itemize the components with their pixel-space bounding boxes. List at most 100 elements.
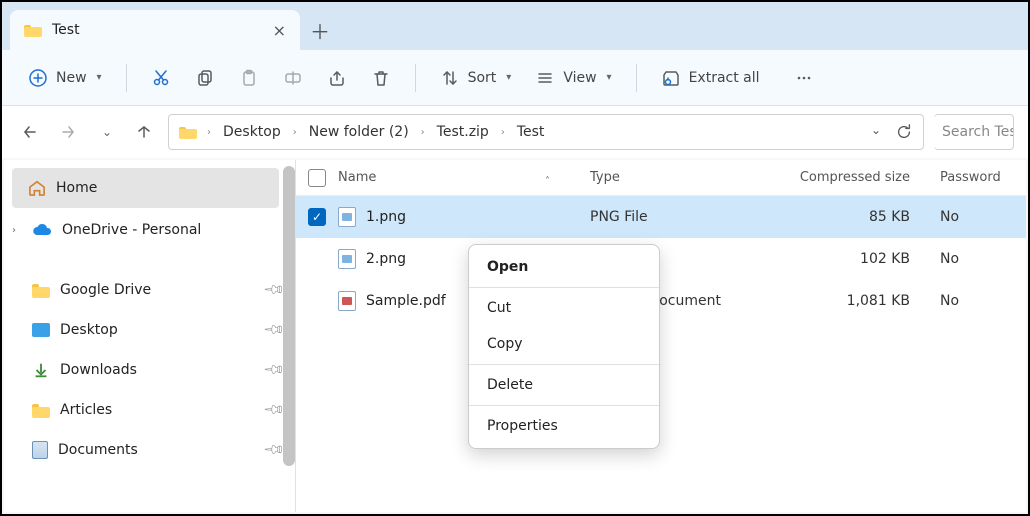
sort-button[interactable]: Sort ▾ bbox=[432, 62, 520, 94]
sidebar-item-onedrive[interactable]: › OneDrive - Personal bbox=[4, 210, 295, 250]
pin-icon: 📌︎ bbox=[262, 398, 286, 422]
cloud-icon bbox=[32, 223, 52, 237]
share-button[interactable] bbox=[319, 62, 355, 94]
row-checkbox[interactable]: ✓ bbox=[308, 208, 326, 226]
sidebar-item-documents[interactable]: Documents 📌︎ bbox=[4, 430, 295, 470]
crumb-zip[interactable]: Test.zip bbox=[435, 122, 491, 142]
view-button[interactable]: View ▾ bbox=[527, 62, 619, 94]
plus-circle-icon bbox=[28, 68, 48, 88]
separator bbox=[469, 287, 659, 288]
new-button[interactable]: New ▾ bbox=[20, 62, 110, 94]
sidebar-item-downloads[interactable]: Downloads 📌︎ bbox=[4, 350, 295, 390]
up-button[interactable] bbox=[130, 118, 158, 146]
sidebar-item-desktop[interactable]: Desktop 📌︎ bbox=[4, 310, 295, 350]
pin-icon: 📌︎ bbox=[262, 278, 286, 302]
separator bbox=[469, 405, 659, 406]
ctx-properties[interactable]: Properties bbox=[469, 408, 659, 444]
select-all-checkbox[interactable] bbox=[296, 169, 338, 187]
pin-icon: 📌︎ bbox=[262, 358, 286, 382]
file-row-samplepdf[interactable]: Sample.pdf Acrobat Document 1,081 KB No bbox=[296, 280, 1026, 322]
separator bbox=[415, 64, 416, 92]
sort-indicator-icon: ˄ bbox=[545, 176, 550, 187]
sidebar-item-home[interactable]: Home bbox=[12, 168, 279, 208]
paste-button[interactable] bbox=[231, 62, 267, 94]
more-button[interactable] bbox=[786, 62, 822, 94]
delete-button[interactable] bbox=[363, 62, 399, 94]
extract-icon bbox=[661, 68, 681, 88]
image-file-icon bbox=[338, 207, 356, 227]
sidebar-item-articles[interactable]: Articles 📌︎ bbox=[4, 390, 295, 430]
separator bbox=[126, 64, 127, 92]
rename-button[interactable] bbox=[275, 62, 311, 94]
new-label: New bbox=[56, 70, 87, 86]
cut-button[interactable] bbox=[143, 62, 179, 94]
file-type: PNG File bbox=[590, 209, 648, 225]
arrow-up-icon bbox=[134, 122, 154, 142]
back-button[interactable] bbox=[16, 118, 44, 146]
col-password[interactable]: Password bbox=[940, 170, 1020, 185]
view-label: View bbox=[563, 70, 596, 86]
ctx-open[interactable]: Open bbox=[469, 249, 659, 285]
recent-button[interactable]: ⌄ bbox=[92, 118, 120, 146]
copy-button[interactable] bbox=[187, 62, 223, 94]
arrow-left-icon bbox=[20, 122, 40, 142]
new-tab-button[interactable]: ＋ bbox=[300, 10, 340, 50]
ctx-label: Copy bbox=[487, 336, 523, 352]
folder-icon bbox=[179, 125, 197, 139]
tab-test[interactable]: Test × bbox=[10, 10, 300, 50]
sidebar-label: Desktop bbox=[60, 322, 118, 338]
file-size: 102 KB bbox=[860, 251, 910, 267]
pin-icon: 📌︎ bbox=[262, 318, 286, 342]
file-row-1png[interactable]: ✓ 1.png PNG File 85 KB No bbox=[296, 196, 1026, 238]
file-size: 85 KB bbox=[869, 209, 910, 225]
file-row-2png[interactable]: 2.png le 102 KB No bbox=[296, 238, 1026, 280]
sidebar-label: OneDrive - Personal bbox=[62, 222, 201, 238]
download-icon bbox=[32, 361, 50, 379]
ctx-cut[interactable]: Cut bbox=[469, 290, 659, 326]
tab-strip: Test × ＋ bbox=[2, 2, 1028, 50]
ctx-copy[interactable]: Copy bbox=[469, 326, 659, 362]
file-name: Sample.pdf bbox=[366, 293, 446, 309]
col-size[interactable]: Compressed size bbox=[786, 170, 940, 185]
column-headers: Name ˄ Type Compressed size Password bbox=[296, 160, 1026, 196]
col-pw-label: Password bbox=[940, 170, 1001, 185]
col-name[interactable]: Name ˄ bbox=[338, 170, 590, 185]
crumb-test[interactable]: Test bbox=[515, 122, 547, 142]
chevron-down-icon[interactable]: ⌄ bbox=[871, 123, 881, 141]
extract-all-button[interactable]: Extract all bbox=[653, 62, 768, 94]
address-bar[interactable]: › Desktop › New folder (2) › Test.zip › … bbox=[168, 114, 924, 150]
ctx-label: Open bbox=[487, 259, 528, 275]
arrow-right-icon bbox=[58, 122, 78, 142]
sidebar-label: Articles bbox=[60, 402, 112, 418]
sidebar-item-googledrive[interactable]: Google Drive 📌︎ bbox=[4, 270, 295, 310]
file-name: 2.png bbox=[366, 251, 406, 267]
close-tab-icon[interactable]: × bbox=[273, 21, 286, 40]
copy-icon bbox=[195, 68, 215, 88]
expand-icon[interactable]: › bbox=[12, 225, 16, 236]
sidebar-label: Home bbox=[56, 180, 97, 196]
search-placeholder: Search Test bbox=[942, 124, 1014, 140]
chevron-right-icon: › bbox=[417, 127, 429, 138]
col-type-label: Type bbox=[590, 170, 620, 185]
ctx-delete[interactable]: Delete bbox=[469, 367, 659, 403]
separator bbox=[469, 364, 659, 365]
crumb-newfolder[interactable]: New folder (2) bbox=[307, 122, 411, 142]
refresh-icon[interactable] bbox=[895, 123, 913, 141]
ctx-label: Cut bbox=[487, 300, 511, 316]
file-name: 1.png bbox=[366, 209, 406, 225]
col-type[interactable]: Type bbox=[590, 170, 786, 185]
crumb-desktop[interactable]: Desktop bbox=[221, 122, 283, 142]
chevron-down-icon: ▾ bbox=[97, 72, 102, 83]
document-icon bbox=[32, 441, 48, 459]
chevron-right-icon: › bbox=[497, 127, 509, 138]
col-size-label: Compressed size bbox=[800, 170, 910, 185]
sidebar-label: Documents bbox=[58, 442, 138, 458]
search-input[interactable]: Search Test bbox=[934, 114, 1014, 150]
forward-button[interactable] bbox=[54, 118, 82, 146]
desktop-icon bbox=[32, 323, 50, 337]
sidebar-label: Google Drive bbox=[60, 282, 151, 298]
clipboard-icon bbox=[239, 68, 259, 88]
sidebar-label: Downloads bbox=[60, 362, 137, 378]
rename-icon bbox=[283, 68, 303, 88]
folder-icon bbox=[24, 23, 42, 37]
